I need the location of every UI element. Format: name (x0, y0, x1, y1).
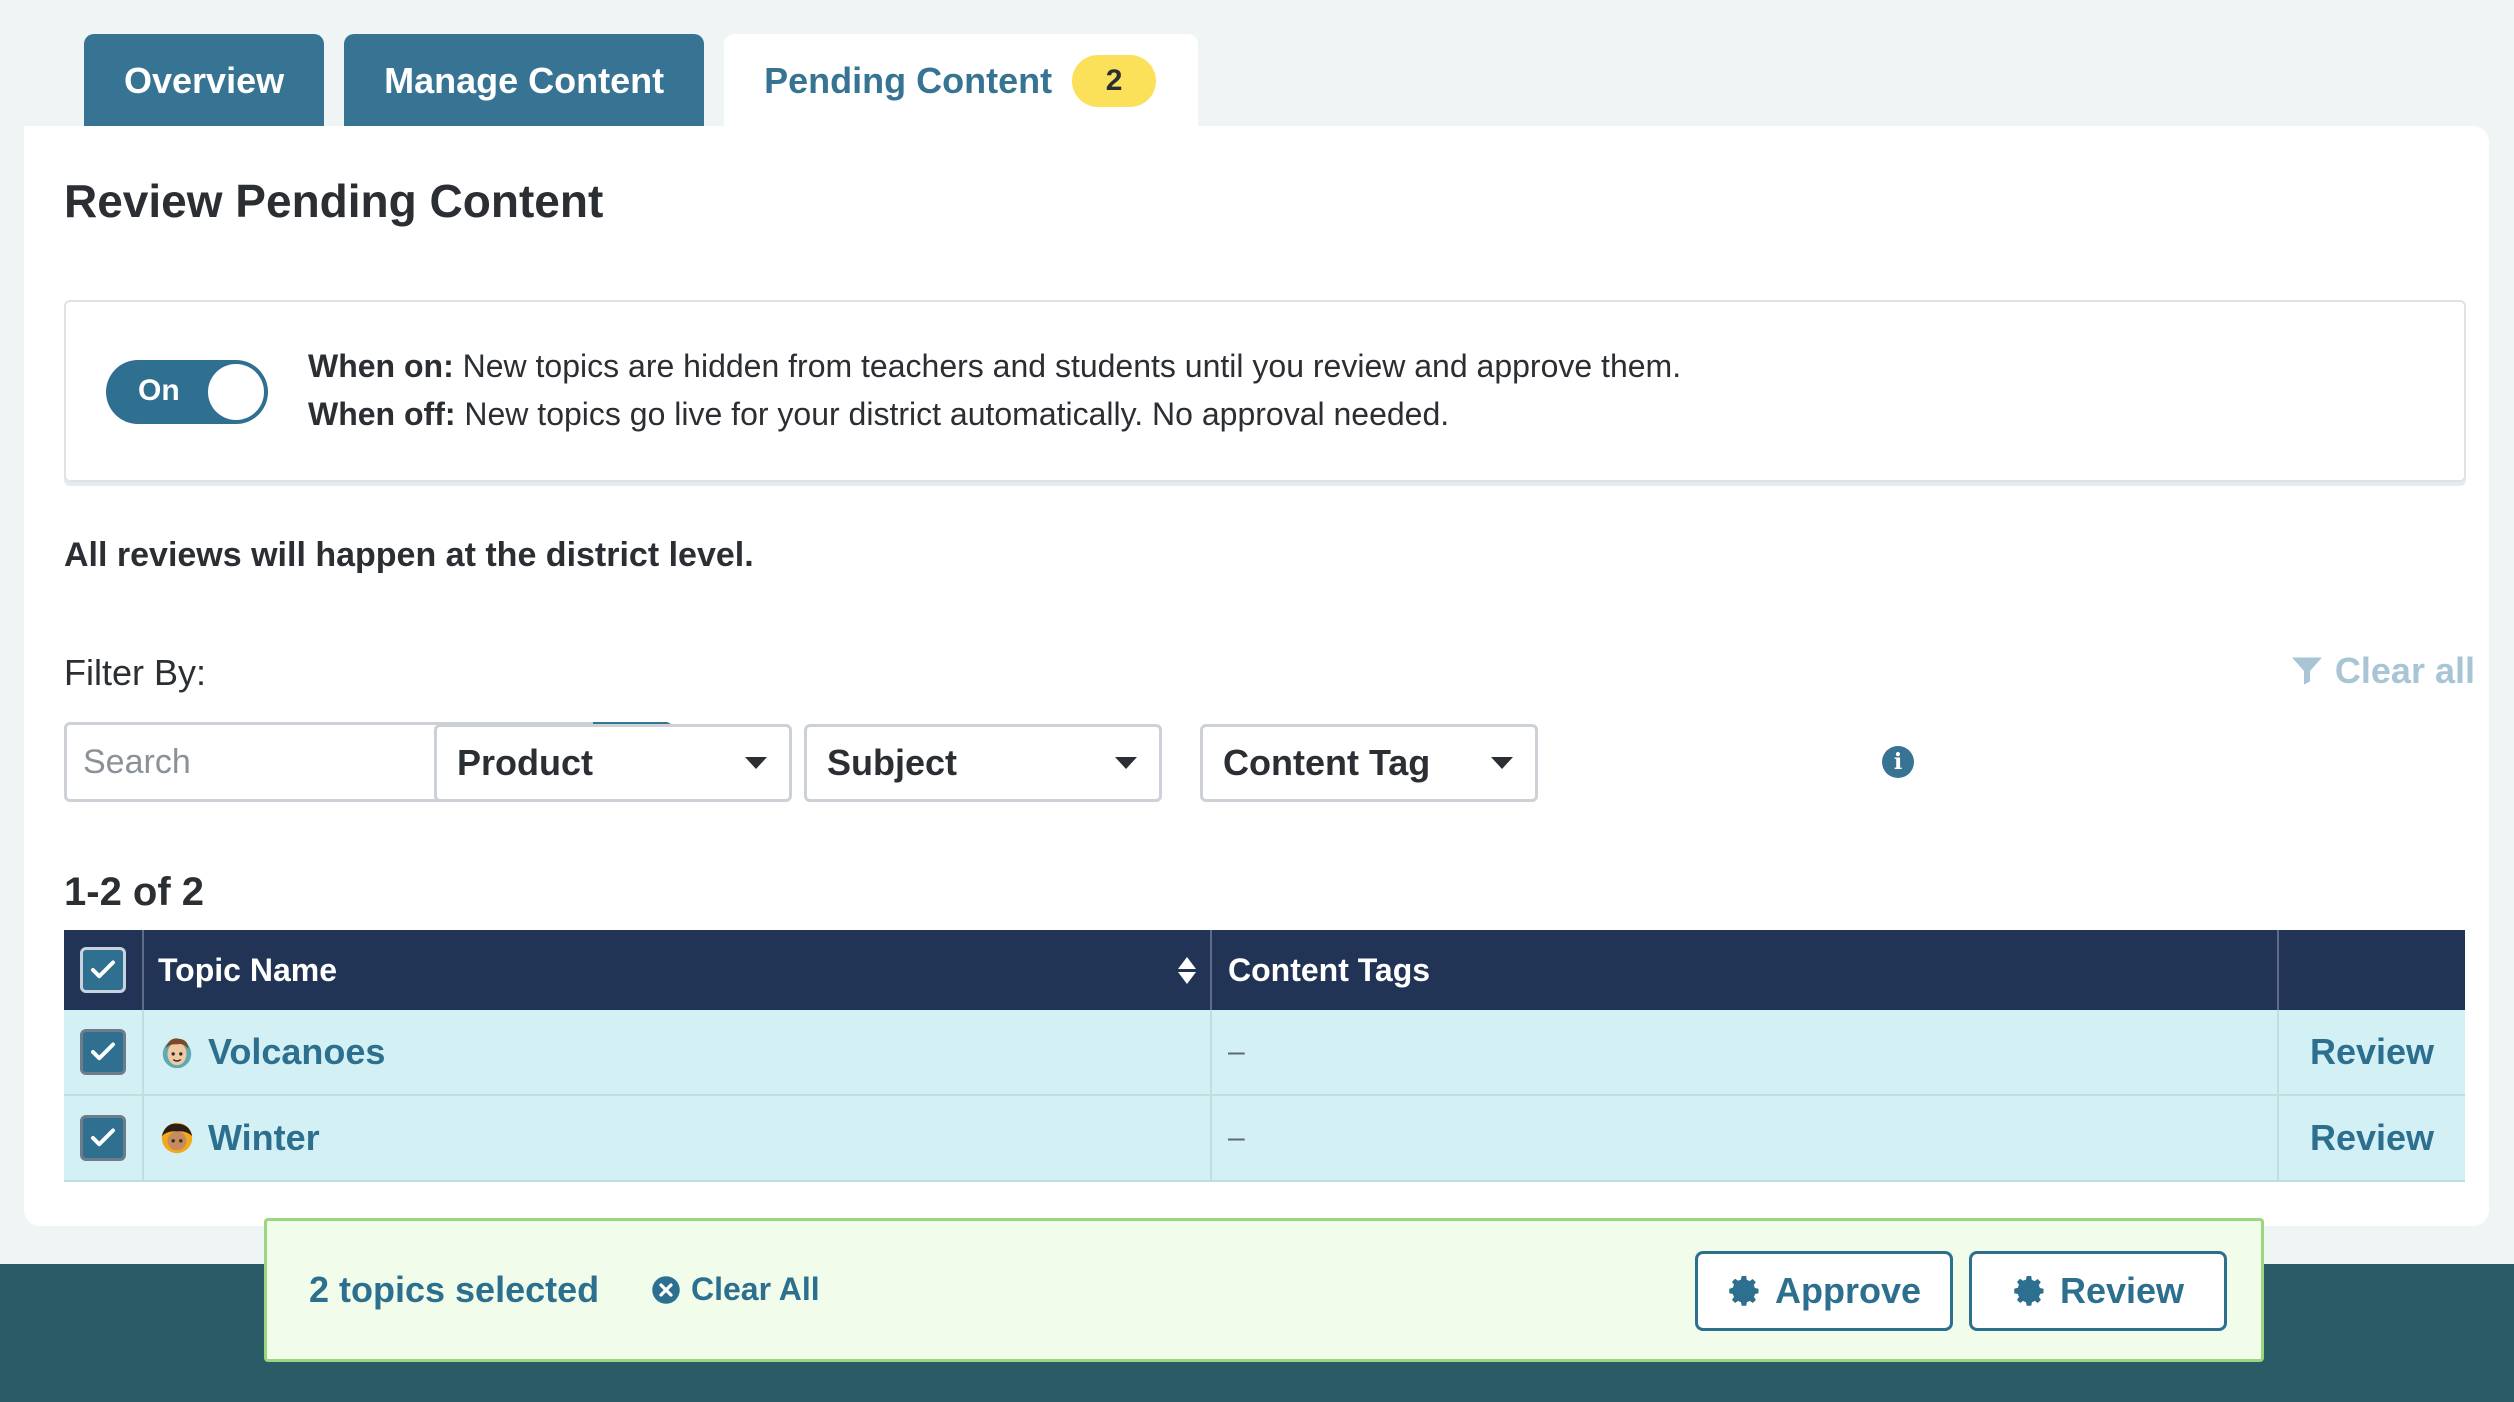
filter-icon (2291, 657, 2322, 685)
toggle-description: When on: New topics are hidden from teac… (308, 342, 1681, 438)
checkmark-icon (91, 960, 115, 979)
action-cell: Review (2279, 1096, 2465, 1180)
topic-name-cell: Volcanoes (144, 1010, 1212, 1094)
clear-selection-label: Clear All (691, 1271, 820, 1307)
pending-topics-table: Topic Name Content Tags Volcanoes – Revi… (64, 930, 2465, 1182)
content-tag-select[interactable]: Content Tag (1200, 724, 1538, 802)
tab-pending-content-label: Pending Content (764, 60, 1053, 101)
review-button[interactable]: Review (1969, 1251, 2227, 1331)
review-button-label: Review (2059, 1270, 2185, 1311)
approval-toggle[interactable]: On (106, 360, 268, 424)
when-on-label: When on: (308, 348, 454, 384)
chevron-down-icon (1491, 757, 1513, 769)
toggle-state-label: On (138, 374, 180, 407)
checkmark-icon (91, 1042, 115, 1061)
table-row: Volcanoes – Review (64, 1010, 2465, 1096)
clear-all-filters-label: Clear all (2334, 650, 2475, 691)
content-tags-cell: – (1212, 1096, 2279, 1180)
content-tags-column-header: Content Tags (1212, 930, 2279, 1010)
subject-select-value: Subject (827, 742, 958, 783)
close-circle-icon (652, 1275, 680, 1304)
topic-name-column-header[interactable]: Topic Name (144, 930, 1212, 1010)
content-tags-cell: – (1212, 1010, 2279, 1094)
sort-icon[interactable] (1178, 956, 1196, 984)
table-row: Winter – Review (64, 1096, 2465, 1182)
when-off-line: When off: New topics go live for your di… (308, 390, 1681, 438)
checkmark-icon (91, 1128, 115, 1147)
clear-selection-button[interactable]: Clear All (651, 1271, 820, 1308)
tab-overview[interactable]: Overview (84, 34, 325, 128)
content-tags-value: – (1228, 1121, 1245, 1154)
district-note: All reviews will happen at the district … (64, 536, 754, 574)
row-check-cell (64, 1010, 144, 1094)
chevron-down-icon (745, 757, 767, 769)
row-checkbox[interactable] (80, 1115, 126, 1161)
bulk-action-bar: 2 topics selected Clear All Review Appro… (264, 1218, 2264, 1362)
content-tags-header-label: Content Tags (1228, 951, 1431, 988)
review-link[interactable]: Review (2310, 1117, 2434, 1159)
tab-overview-label: Overview (124, 60, 285, 101)
boy-character-icon (162, 1038, 192, 1069)
subject-select[interactable]: Subject (804, 724, 1162, 802)
info-icon[interactable]: i (1882, 746, 1914, 778)
content-tag-select-value: Content Tag (1223, 742, 1431, 783)
action-column-header (2279, 930, 2465, 1010)
select-all-checkbox[interactable] (80, 947, 126, 993)
gear-icon (1729, 1276, 1759, 1306)
when-on-text: New topics are hidden from teachers and … (453, 348, 1682, 384)
main-card: Review Pending Content On When on: New t… (24, 126, 2489, 1226)
toggle-knob (208, 364, 264, 420)
girl-character-icon (161, 1122, 193, 1154)
when-off-label: When off: (308, 396, 456, 432)
content-tags-value: – (1228, 1035, 1245, 1068)
clear-all-filters-button[interactable]: Clear all (2289, 650, 2475, 692)
page-title: Review Pending Content (64, 175, 604, 227)
tab-bar: Overview Manage Content Pending Content … (84, 34, 1199, 128)
topic-name: Winter (208, 1117, 320, 1158)
filter-label: Filter By: (64, 652, 207, 693)
selected-count: 2 topics selected (309, 1269, 600, 1310)
approval-settings-panel: On When on: New topics are hidden from t… (64, 300, 2466, 482)
product-select-value: Product (457, 742, 594, 783)
table-header: Topic Name Content Tags (64, 930, 2465, 1010)
approve-button-label: Approve (1774, 1270, 1922, 1311)
gear-icon (2014, 1276, 2044, 1306)
topic-link-winter[interactable]: Winter (158, 1117, 320, 1159)
row-checkbox[interactable] (80, 1029, 126, 1075)
when-off-text: New topics go live for your district aut… (455, 396, 1450, 432)
topic-link-volcanoes[interactable]: Volcanoes (158, 1031, 385, 1073)
tab-pending-content[interactable]: Pending Content 2 (724, 34, 1199, 128)
topic-name-header-label: Topic Name (158, 951, 337, 988)
result-count: 1-2 of 2 (64, 870, 205, 914)
tab-manage-content-label: Manage Content (384, 60, 665, 101)
approve-button[interactable]: Approve (1695, 1251, 1953, 1331)
topic-name-cell: Winter (144, 1096, 1212, 1180)
tab-manage-content[interactable]: Manage Content (344, 34, 705, 128)
action-cell: Review (2279, 1010, 2465, 1094)
row-check-cell (64, 1096, 144, 1180)
review-link[interactable]: Review (2310, 1031, 2434, 1073)
pending-count-badge: 2 (1072, 55, 1157, 107)
when-on-line: When on: New topics are hidden from teac… (308, 342, 1681, 390)
product-select[interactable]: Product (434, 724, 792, 802)
header-check-cell (64, 930, 144, 1010)
chevron-down-icon (1115, 757, 1137, 769)
topic-name: Volcanoes (208, 1031, 386, 1072)
